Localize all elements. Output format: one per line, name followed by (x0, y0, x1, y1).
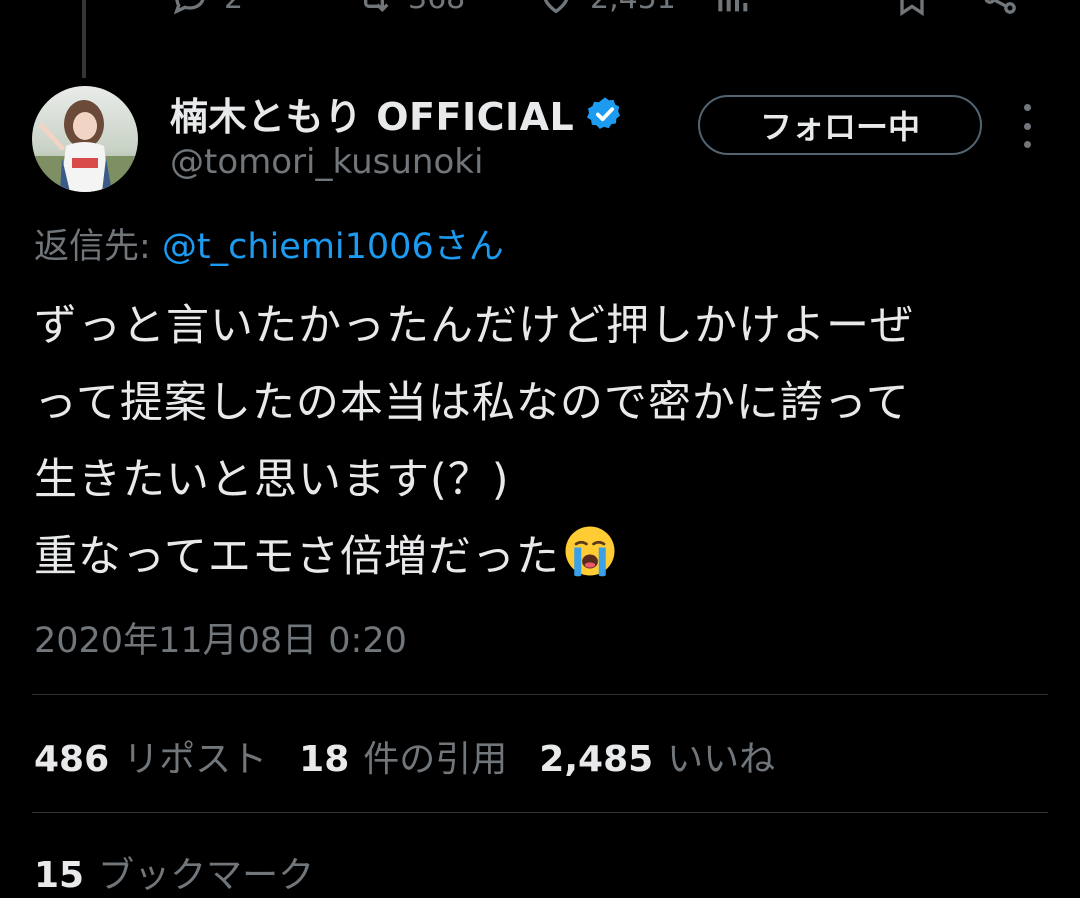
reply-count: 2 (224, 0, 243, 16)
like-action[interactable]: 2,451 (536, 0, 676, 18)
more-options-icon[interactable] (1012, 104, 1042, 148)
reply-to-line: 返信先: @t_chiemi1006さん (34, 218, 504, 269)
views-action[interactable] (712, 0, 752, 18)
tweet-line-2: って提案したの本当は私なので密かに誇って (34, 378, 910, 428)
author-handle[interactable]: @tomori_kusunoki (170, 142, 483, 182)
retweet-action[interactable]: 368 (354, 0, 465, 18)
divider-top (32, 694, 1048, 695)
bookmarks-stat[interactable]: 15 ブックマーク (34, 846, 314, 898)
tweet-line-4-wrap: 重なってエモさ倍増だった (34, 519, 1044, 596)
following-button[interactable]: フォロー中 (698, 95, 982, 155)
tweet-timestamp[interactable]: 2020年11月08日 0:20 (34, 612, 407, 663)
quotes-stat[interactable]: 18 件の引用 (299, 730, 507, 782)
thread-connector-line (82, 0, 86, 78)
reposts-label: リポスト (123, 739, 268, 780)
views-bar-chart-icon (718, 0, 748, 12)
likes-count: 2,485 (539, 739, 654, 780)
author-display-name[interactable]: 楠木ともり OFFICIAL (170, 86, 574, 141)
reply-to-prefix: 返信先: (34, 227, 162, 267)
quotes-label: 件の引用 (363, 739, 508, 780)
verified-badge-icon (587, 96, 621, 129)
avatar[interactable] (32, 86, 138, 192)
like-count: 2,451 (590, 0, 676, 16)
reposts-count: 486 (34, 739, 110, 780)
bookmark-icon (900, 0, 924, 17)
likes-label: いいね (667, 739, 776, 780)
tweet-text: ずっと言いたかったんだけど押しかけよーぜ って提案したの本当は私なので密かに誇っ… (34, 288, 1044, 596)
tweet-line-1: ずっと言いたかったんだけど押しかけよーぜ (34, 301, 914, 351)
bookmark-action[interactable] (892, 0, 932, 18)
reply-icon (173, 0, 205, 15)
reply-to-mention-link[interactable]: @t_chiemi1006さん (162, 227, 504, 267)
engagement-stats: 486 リポスト 18 件の引用 2,485 いいね (34, 730, 775, 782)
loudly-crying-face-icon (565, 526, 615, 577)
heart-icon (543, 0, 569, 14)
divider-middle (32, 812, 1048, 813)
share-icon (984, 0, 1016, 14)
reply-action[interactable]: 2 (170, 0, 243, 18)
reposts-stat[interactable]: 486 リポスト (34, 730, 267, 782)
avatar-photo (32, 86, 138, 192)
previous-tweet-action-bar: 2 368 2,451 (0, 0, 1080, 24)
author-name-row[interactable]: 楠木ともり OFFICIAL (170, 86, 624, 141)
retweet-icon (364, 0, 389, 13)
quotes-count: 18 (299, 739, 350, 780)
likes-stat[interactable]: 2,485 いいね (539, 730, 775, 782)
retweet-count: 368 (408, 0, 465, 16)
bookmarks-label: ブックマーク (98, 855, 315, 896)
tweet-line-4: 重なってエモさ倍増だった (34, 532, 560, 582)
bookmarks-count: 15 (34, 855, 85, 896)
share-action[interactable] (980, 0, 1020, 18)
tweet-line-3: 生きたいと思います(？) (34, 455, 510, 505)
